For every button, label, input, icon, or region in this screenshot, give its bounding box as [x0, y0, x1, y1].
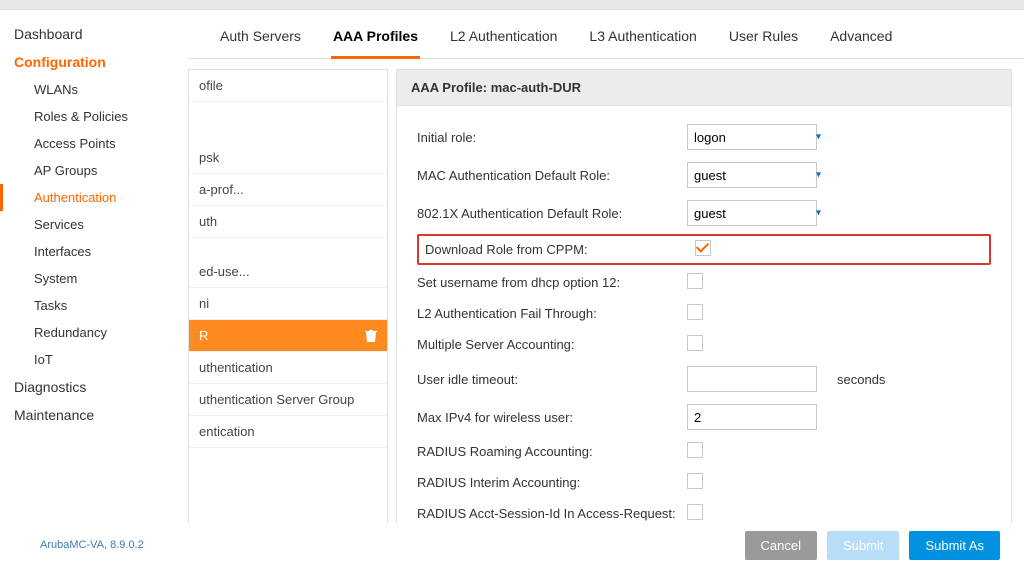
label-download-cppm: Download Role from CPPM: — [425, 242, 695, 257]
tree-item[interactable]: a-prof... — [189, 174, 387, 206]
sidebar-item-dashboard[interactable]: Dashboard — [0, 20, 188, 48]
tab-advanced[interactable]: Advanced — [828, 20, 894, 58]
trash-icon[interactable] — [365, 329, 377, 343]
user-idle-unit: seconds — [837, 372, 885, 387]
tree-item[interactable]: uth — [189, 206, 387, 238]
initial-role-select[interactable] — [687, 124, 817, 150]
tree-item[interactable]: ni — [189, 288, 387, 320]
label-radius-roaming: RADIUS Roaming Accounting: — [417, 444, 687, 459]
tree-item[interactable]: ofile — [189, 70, 387, 102]
tab-l3-auth[interactable]: L3 Authentication — [587, 20, 698, 58]
label-username-dhcp: Set username from dhcp option 12: — [417, 275, 687, 290]
download-cppm-checkbox[interactable] — [695, 240, 711, 256]
sidebar-item-wlans[interactable]: WLANs — [0, 76, 188, 103]
label-mac-default-role: MAC Authentication Default Role: — [417, 168, 687, 183]
sidebar: Dashboard Configuration WLANs Roles & Po… — [0, 10, 188, 530]
sidebar-item-ap-groups[interactable]: AP Groups — [0, 157, 188, 184]
label-initial-role: Initial role: — [417, 130, 687, 145]
profile-tree: ofile psk a-prof... uth ed-use... ni R u… — [188, 69, 388, 524]
submit-as-button[interactable]: Submit As — [909, 531, 1000, 560]
form-panel: AAA Profile: mac-auth-DUR Initial role: … — [396, 69, 1012, 524]
sidebar-item-configuration[interactable]: Configuration — [0, 48, 188, 76]
tab-l2-auth[interactable]: L2 Authentication — [448, 20, 559, 58]
tabs: Auth Servers AAA Profiles L2 Authenticat… — [188, 10, 1024, 59]
tab-aaa-profiles[interactable]: AAA Profiles — [331, 20, 420, 59]
label-max-ipv4: Max IPv4 for wireless user: — [417, 410, 687, 425]
tree-item[interactable]: psk — [189, 142, 387, 174]
mac-default-role-select[interactable] — [687, 162, 817, 188]
top-bar — [0, 0, 1024, 10]
chevron-down-icon: ▾ — [816, 208, 821, 219]
sidebar-item-tasks[interactable]: Tasks — [0, 292, 188, 319]
radius-acct-sess-checkbox[interactable] — [687, 504, 703, 520]
radius-interim-checkbox[interactable] — [687, 473, 703, 489]
sidebar-item-authentication[interactable]: Authentication — [0, 184, 188, 211]
label-l2-fail-through: L2 Authentication Fail Through: — [417, 306, 687, 321]
label-radius-interim: RADIUS Interim Accounting: — [417, 475, 687, 490]
form-header-name: mac-auth-DUR — [491, 80, 581, 95]
sidebar-item-access-points[interactable]: Access Points — [0, 130, 188, 157]
sidebar-item-diagnostics[interactable]: Diagnostics — [0, 373, 188, 401]
sidebar-item-roles-policies[interactable]: Roles & Policies — [0, 103, 188, 130]
sidebar-item-system[interactable]: System — [0, 265, 188, 292]
sidebar-item-redundancy[interactable]: Redundancy — [0, 319, 188, 346]
sidebar-item-maintenance[interactable]: Maintenance — [0, 401, 188, 429]
tree-item[interactable]: entication — [189, 416, 387, 448]
user-idle-input[interactable] — [687, 366, 817, 392]
label-radius-acct-sess: RADIUS Acct-Session-Id In Access-Request… — [417, 506, 687, 521]
chevron-down-icon: ▾ — [816, 170, 821, 181]
tree-item[interactable]: ed-use... — [189, 256, 387, 288]
username-dhcp-checkbox[interactable] — [687, 273, 703, 289]
radius-roaming-checkbox[interactable] — [687, 442, 703, 458]
footer: ArubaMC-VA, 8.9.0.2 Cancel Submit Submit… — [0, 523, 1024, 567]
tab-auth-servers[interactable]: Auth Servers — [218, 20, 303, 58]
sidebar-item-services[interactable]: Services — [0, 211, 188, 238]
label-multi-server-acct: Multiple Server Accounting: — [417, 337, 687, 352]
tree-item-label: R — [199, 328, 208, 343]
tab-user-rules[interactable]: User Rules — [727, 20, 800, 58]
l2-fail-through-checkbox[interactable] — [687, 304, 703, 320]
tree-item[interactable]: uthentication Server Group — [189, 384, 387, 416]
form-header: AAA Profile: mac-auth-DUR — [397, 70, 1011, 106]
sidebar-item-interfaces[interactable]: Interfaces — [0, 238, 188, 265]
max-ipv4-input[interactable] — [687, 404, 817, 430]
label-user-idle: User idle timeout: — [417, 372, 687, 387]
submit-button: Submit — [827, 531, 899, 560]
dot1x-default-role-select[interactable] — [687, 200, 817, 226]
sidebar-item-iot[interactable]: IoT — [0, 346, 188, 373]
chevron-down-icon: ▾ — [816, 132, 821, 143]
footer-brand: ArubaMC-VA, 8.9.0.2 — [40, 539, 144, 551]
label-dot1x-default-role: 802.1X Authentication Default Role: — [417, 206, 687, 221]
tree-item[interactable]: uthentication — [189, 352, 387, 384]
cancel-button[interactable]: Cancel — [745, 531, 817, 560]
multi-server-acct-checkbox[interactable] — [687, 335, 703, 351]
form-header-prefix: AAA Profile: — [411, 80, 491, 95]
tree-item-selected[interactable]: R — [189, 320, 387, 352]
